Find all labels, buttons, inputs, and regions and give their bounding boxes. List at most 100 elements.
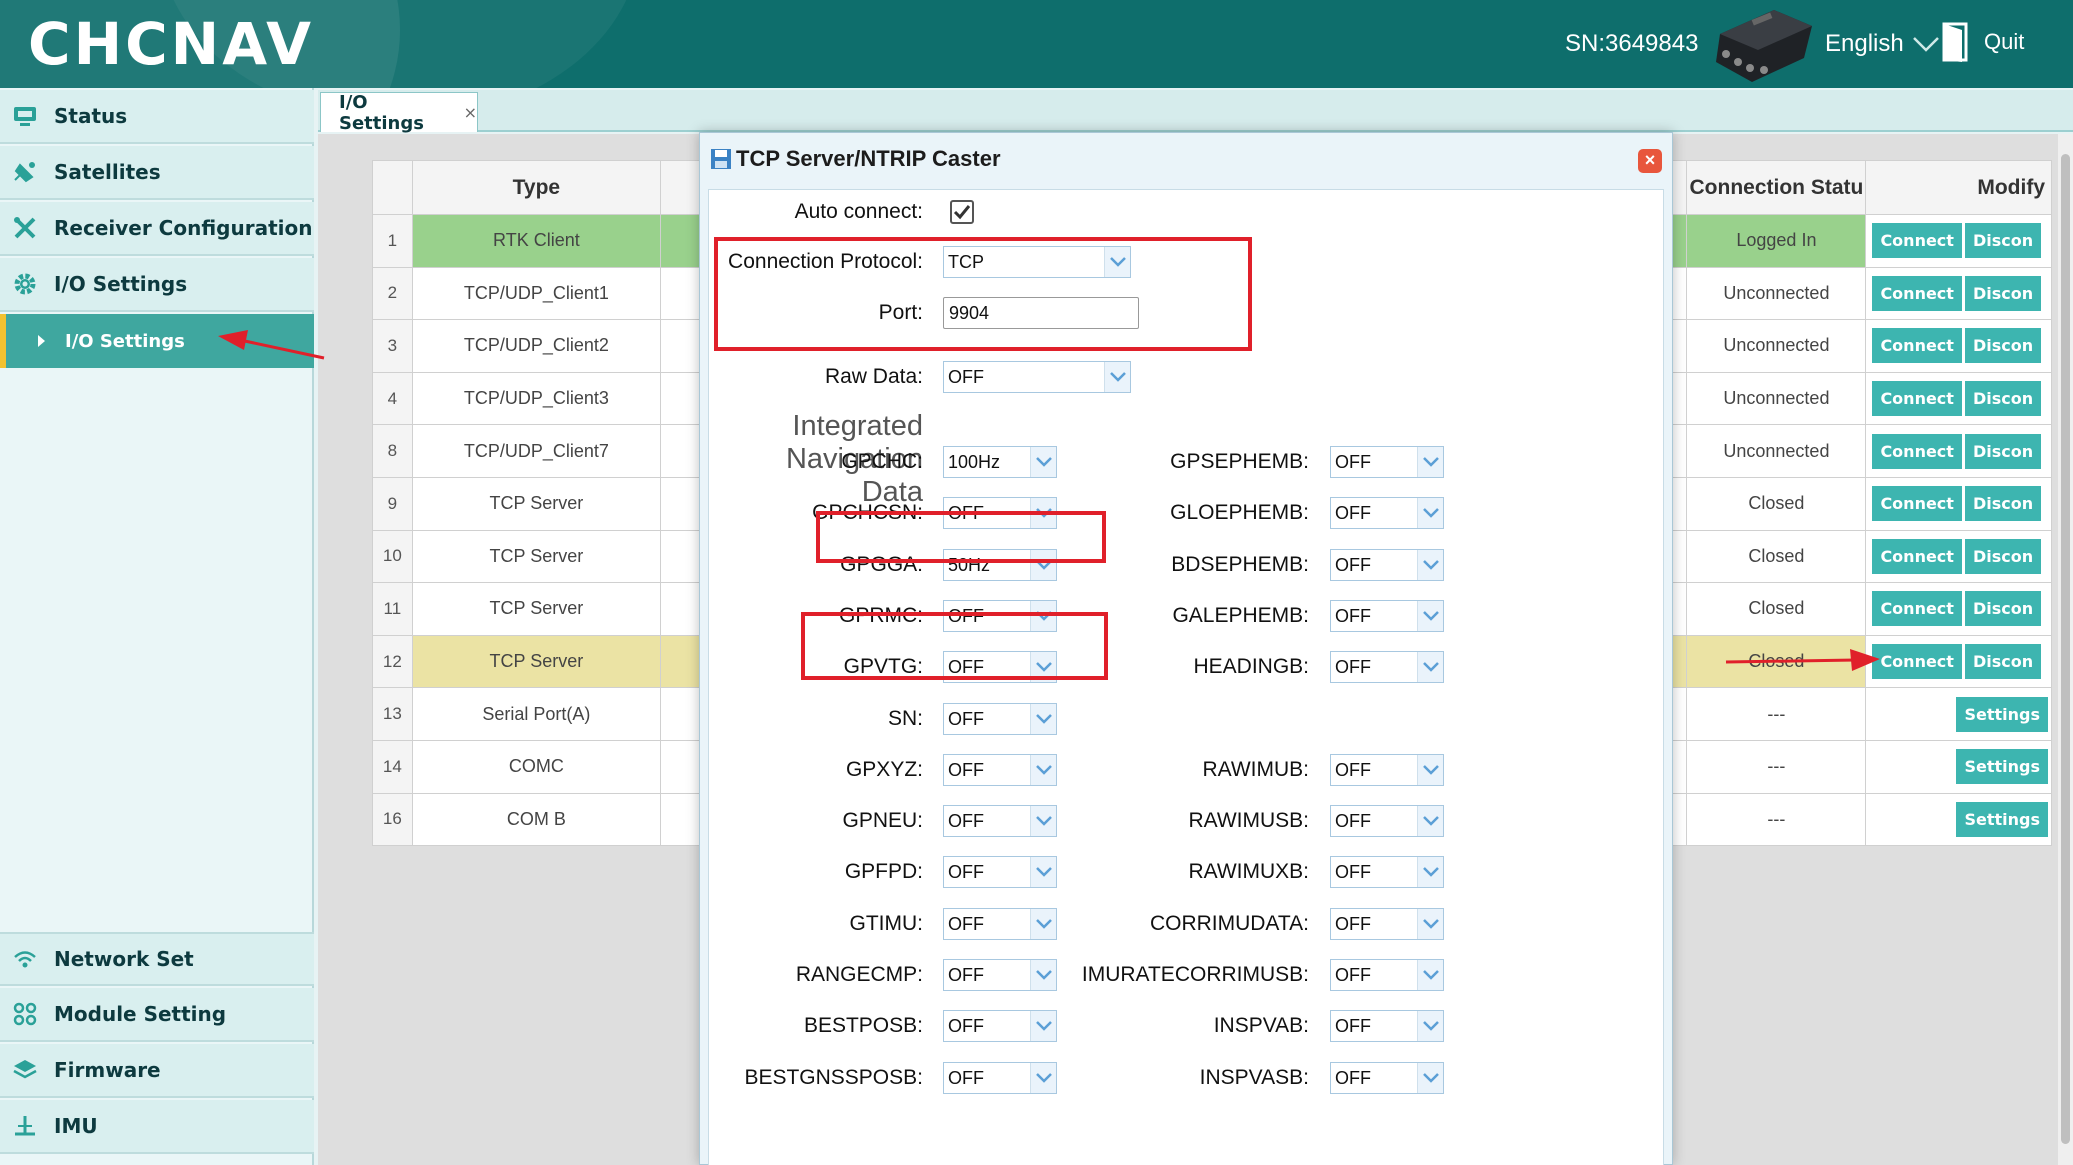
satellite-icon [14, 162, 35, 183]
headingb-select[interactable]: OFF [1330, 651, 1444, 684]
chevron-down-icon [1423, 508, 1439, 519]
discon-button[interactable]: Discon [1964, 381, 2042, 417]
connect-button[interactable]: Connect [1872, 223, 1962, 259]
rawimuxb-select[interactable]: OFF [1330, 856, 1444, 889]
sidebar-item-label: Module Setting [54, 1002, 227, 1026]
row-type: TCP Server [411, 529, 662, 584]
sn-value: OFF [948, 708, 984, 729]
imuratecorrimusb-select[interactable]: OFF [1330, 959, 1444, 991]
bdsephemb-select[interactable]: OFF [1330, 548, 1444, 581]
chevron-down-icon [1423, 1021, 1439, 1032]
chevron-down-icon [1423, 918, 1439, 929]
connect-button[interactable]: Connect [1872, 275, 1962, 311]
discon-button[interactable]: Discon [1964, 328, 2042, 364]
discon-button[interactable]: Discon [1964, 486, 2042, 522]
corrimudata-select[interactable]: OFF [1330, 907, 1444, 940]
row-type: TCP/UDP_Client7 [411, 424, 662, 478]
connect-button[interactable]: Connect [1872, 591, 1962, 627]
gpsephemb-select[interactable]: OFF [1330, 446, 1444, 478]
corrimudata-value: OFF [1335, 913, 1371, 934]
connect-button[interactable]: Connect [1872, 381, 1962, 417]
column-header-status: Connection Statu [1686, 160, 1867, 215]
page-scrollbar[interactable] [2058, 134, 2073, 1165]
gpneu-label: GPNEU: [842, 809, 923, 833]
discon-button[interactable]: Discon [1964, 433, 2042, 469]
row-modify-actions: Connect Discon [1865, 634, 2052, 689]
settings-button[interactable]: Settings [1956, 696, 2048, 732]
connect-button[interactable]: Connect [1872, 644, 1962, 680]
chevron-down-icon [1423, 611, 1439, 621]
row-number: 12 [372, 634, 413, 689]
inspvab-value: OFF [1335, 1016, 1371, 1037]
bestgnssposb-value: OFF [948, 1067, 984, 1088]
dialog-header: TCP Server/NTRIP Caster [700, 133, 1672, 185]
row-connection-status: Unconnected [1686, 266, 1867, 321]
sidebar-item-status[interactable]: Status [0, 90, 314, 144]
rawimusb-label: RAWIMUSB: [1188, 809, 1309, 833]
rawimusb-select[interactable]: OFF [1330, 805, 1444, 838]
language-selector[interactable]: English [1825, 30, 1940, 58]
receiver-device-image [1716, 10, 1812, 82]
sidebar-item-receiver-configuration[interactable]: Receiver Configuration [0, 202, 314, 256]
row-number: 11 [372, 582, 413, 636]
dialog-close-button[interactable]: × [1638, 149, 1662, 173]
row-number: 2 [372, 266, 413, 321]
imuratecorrimusb-value: OFF [1335, 965, 1371, 985]
discon-button[interactable]: Discon [1964, 591, 2042, 627]
discon-button[interactable]: Discon [1964, 223, 2042, 259]
row-number: 1 [372, 214, 413, 268]
raw-data-select[interactable]: OFF [943, 361, 1131, 393]
galephemb-select[interactable]: OFF [1330, 599, 1444, 632]
save-icon [711, 149, 731, 169]
sidebar-item-satellites[interactable]: Satellites [0, 146, 314, 200]
sidebar-item-imu[interactable]: IMU [0, 1100, 314, 1154]
imuratecorrimusb-label: IMURATECORRIMUSB: [1081, 963, 1309, 986]
gpsephemb-value: OFF [1335, 452, 1371, 472]
row-number: 3 [372, 319, 413, 373]
chevron-down-icon [1110, 372, 1126, 382]
close-tab-icon[interactable]: × [464, 103, 477, 122]
gpchc-value: 100Hz [948, 452, 1001, 472]
inspvasb-select[interactable]: OFF [1330, 1061, 1444, 1094]
connect-button[interactable]: Connect [1872, 538, 1962, 574]
rawimuxb-value: OFF [1335, 862, 1371, 883]
row-type: COM B [411, 792, 662, 847]
gtimu-label: GTIMU: [849, 911, 924, 935]
row-connection-status: Unconnected [1686, 424, 1867, 478]
connect-button[interactable]: Connect [1872, 433, 1962, 469]
sidebar-item-io-settings[interactable]: I/O Settings [0, 258, 314, 312]
connect-button[interactable]: Connect [1872, 486, 1962, 522]
sidebar-item-module-setting[interactable]: Module Setting [0, 988, 314, 1042]
inspvab-select[interactable]: OFF [1330, 1010, 1444, 1043]
quit-button[interactable]: Quit [1942, 22, 2024, 62]
sidebar-item-firmware[interactable]: Firmware [0, 1044, 314, 1098]
gpfpd-label: GPFPD: [844, 860, 923, 884]
chevron-down-icon [1036, 713, 1052, 724]
sidebar-item-label: IMU [54, 1114, 98, 1138]
tab-io-settings[interactable]: I/O Settings × [320, 92, 478, 134]
scrollbar-thumb[interactable] [2061, 154, 2070, 1144]
connect-button[interactable]: Connect [1872, 328, 1962, 364]
inspvab-label: INSPVAB: [1213, 1014, 1309, 1038]
discon-button[interactable]: Discon [1964, 644, 2042, 680]
antenna-icon [15, 1116, 35, 1136]
row-type: TCP/UDP_Client2 [411, 319, 662, 373]
settings-button[interactable]: Settings [1956, 749, 2048, 785]
settings-button[interactable]: Settings [1956, 801, 2048, 837]
row-number: 8 [372, 424, 413, 478]
discon-button[interactable]: Discon [1964, 538, 2042, 574]
discon-button[interactable]: Discon [1964, 275, 2042, 311]
sn-select[interactable]: OFF [943, 702, 1057, 735]
auto-connect-checkbox[interactable] [950, 200, 974, 224]
gpneu-value: OFF [948, 811, 984, 832]
row-modify-actions: Connect Discon [1865, 319, 2052, 373]
chevron-down-icon [1423, 970, 1439, 980]
chcnav-logo: CHCNAV [28, 10, 315, 78]
rawimub-select[interactable]: OFF [1330, 753, 1444, 786]
row-modify-actions: Settings [1865, 792, 2052, 847]
row-number: 13 [372, 687, 413, 741]
chevron-down-icon [1423, 764, 1439, 775]
sidebar-item-network-set[interactable]: Network Set [0, 932, 314, 986]
gloephemb-select[interactable]: OFF [1330, 497, 1444, 530]
gear-icon [14, 273, 36, 295]
